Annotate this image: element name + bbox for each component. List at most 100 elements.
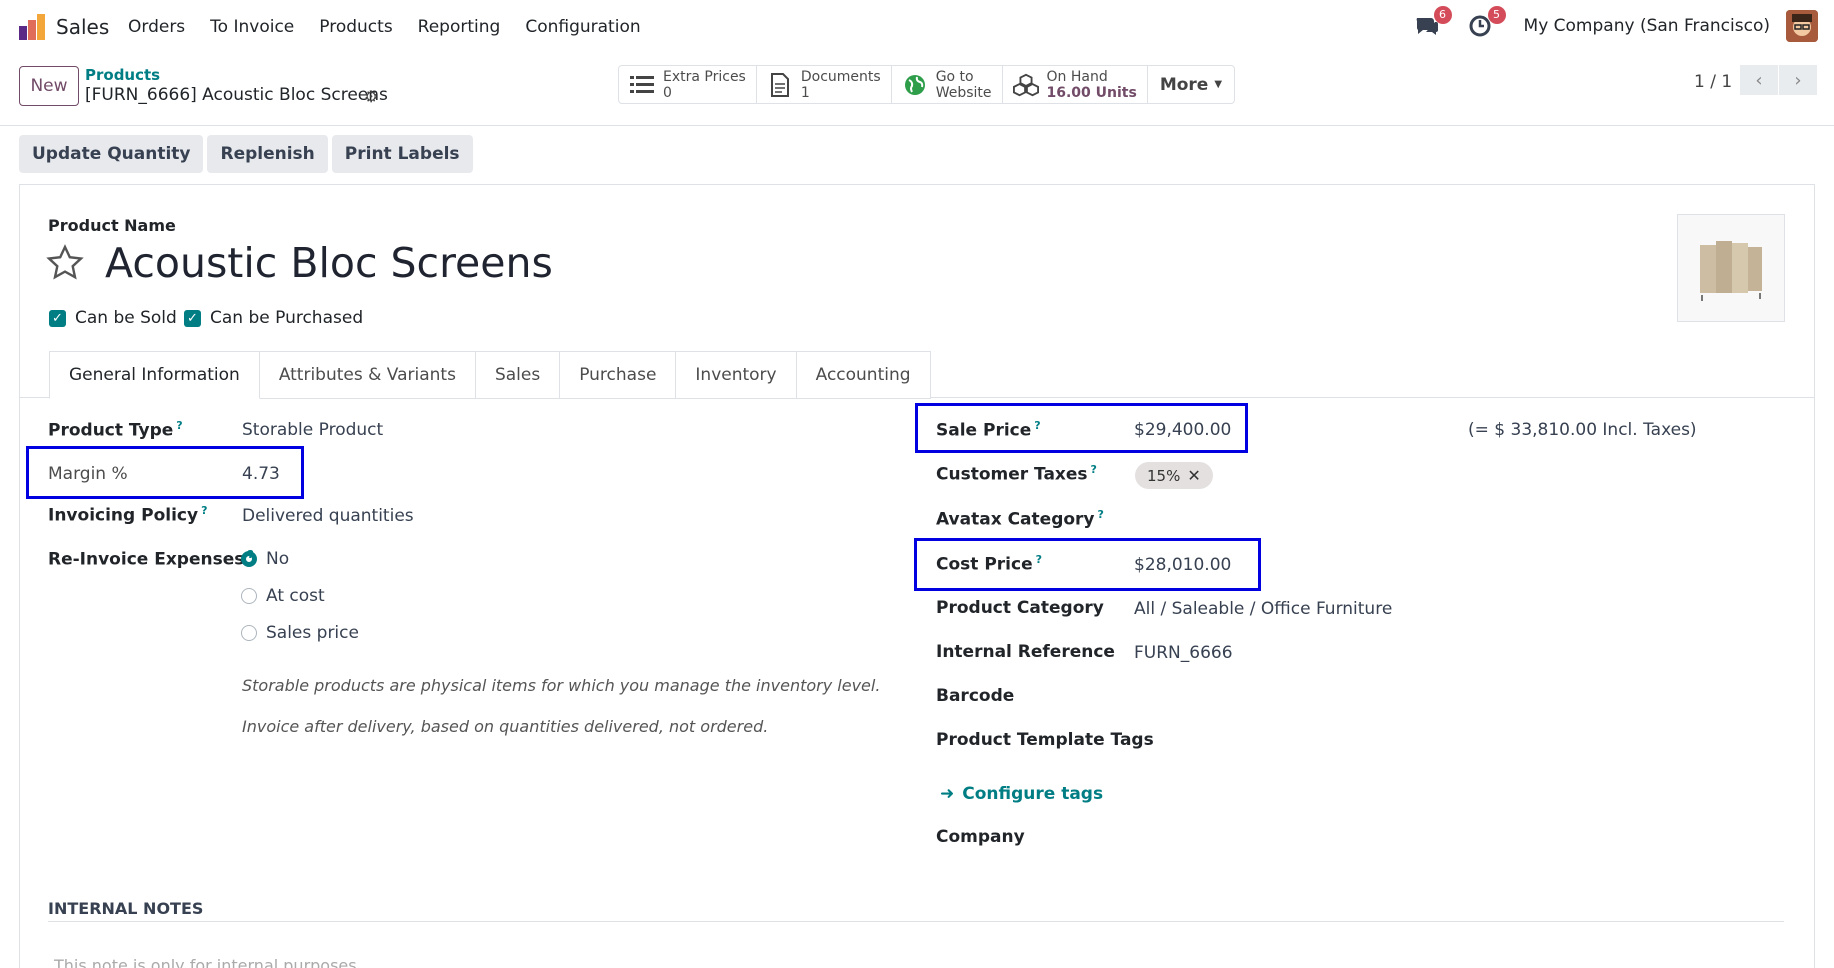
replenish-button[interactable]: Replenish	[207, 135, 328, 173]
user-avatar[interactable]	[1786, 10, 1818, 42]
tax-tag[interactable]: 15% ✕	[1135, 462, 1213, 489]
activities-badge: 5	[1487, 6, 1506, 24]
more-label: More	[1159, 74, 1209, 95]
tab-purchase[interactable]: Purchase	[560, 351, 677, 399]
update-quantity-button[interactable]: Update Quantity	[19, 135, 204, 173]
internal-reference-label: Internal Reference	[936, 642, 1115, 662]
new-button[interactable]: New	[19, 66, 79, 106]
action-buttons: Update Quantity Replenish Print Labels	[19, 135, 473, 173]
margin-field[interactable]: 4.73	[242, 464, 280, 484]
reinvoice-expenses-label: Re-Invoice Expenses?	[48, 548, 254, 570]
documents-value: 1	[800, 84, 810, 101]
on-hand-button[interactable]: On Hand 16.00 Units	[1003, 66, 1148, 103]
activities-icon[interactable]: 5	[1468, 6, 1506, 40]
reinvoice-option-sales-price[interactable]: Sales price	[241, 623, 359, 643]
messages-icon[interactable]: 6	[1414, 6, 1452, 40]
cubes-icon	[1012, 73, 1039, 97]
internal-notes-heading: INTERNAL NOTES	[48, 899, 204, 918]
go-to-label: Go to	[935, 68, 974, 85]
more-dropdown[interactable]: More ▼	[1148, 66, 1234, 103]
product-name-field[interactable]: Acoustic Bloc Screens	[105, 239, 553, 287]
tab-general-information[interactable]: General Information	[49, 351, 260, 399]
reinvoice-option-no[interactable]: No	[241, 549, 289, 569]
breadcrumb-current: [FURN_6666] Acoustic Bloc Screens	[85, 85, 388, 105]
website-label: Website	[935, 84, 992, 101]
menu-reporting[interactable]: Reporting	[418, 17, 501, 37]
help-icon: ?	[1090, 463, 1097, 476]
tab-attributes-variants[interactable]: Attributes & Variants	[259, 351, 476, 399]
barcode-label: Barcode	[936, 686, 1015, 706]
on-hand-label: On Hand	[1046, 68, 1108, 85]
help-icon: ?	[201, 504, 208, 517]
product-type-help: Storable products are physical items for…	[242, 676, 881, 695]
pager-value[interactable]: 1 / 1	[1694, 72, 1732, 92]
sales-app-icon[interactable]	[19, 14, 45, 40]
chevron-right-icon: ›	[1794, 69, 1802, 91]
radio-selected	[241, 551, 257, 567]
checkmark-icon: ✓	[184, 309, 201, 327]
invoicing-policy-label: Invoicing Policy?	[48, 504, 208, 526]
tab-sales[interactable]: Sales	[475, 351, 561, 399]
internal-reference-field[interactable]: FURN_6666	[1134, 643, 1233, 663]
star-icon[interactable]	[46, 244, 84, 282]
print-labels-button[interactable]: Print Labels	[331, 135, 473, 173]
cost-price-label: Cost Price?	[936, 553, 1042, 575]
reinvoice-option-at-cost[interactable]: At cost	[241, 586, 325, 606]
control-panel: New Products [FURN_6666] Acoustic Bloc S…	[0, 56, 1834, 126]
breadcrumb-products[interactable]: Products	[85, 66, 160, 84]
globe-icon	[902, 73, 928, 97]
menu-products[interactable]: Products	[319, 17, 392, 37]
on-hand-value: 16.00 Units	[1046, 84, 1137, 101]
close-icon[interactable]: ✕	[1187, 466, 1200, 485]
app-name[interactable]: Sales	[56, 15, 109, 39]
messages-badge: 6	[1433, 6, 1452, 24]
can-be-sold-label: Can be Sold	[75, 308, 177, 328]
smart-buttons: Extra Prices 0 Documents 1 Go to Website On…	[618, 65, 1236, 104]
product-category-field[interactable]: All / Saleable / Office Furniture	[1134, 599, 1392, 619]
tab-accounting[interactable]: Accounting	[796, 351, 931, 399]
help-icon: ?	[1097, 508, 1104, 521]
product-category-label: Product Category	[936, 598, 1104, 618]
menu-configuration[interactable]: Configuration	[525, 17, 640, 37]
list-icon	[629, 73, 655, 97]
menu-to-invoice[interactable]: To Invoice	[210, 17, 294, 37]
internal-notes-field[interactable]: This note is only for internal purposes.	[54, 956, 362, 968]
pager-next-button[interactable]: ›	[1779, 65, 1817, 95]
checkmark-icon: ✓	[49, 309, 66, 327]
sale-price-label: Sale Price?	[936, 419, 1041, 441]
go-to-website-button[interactable]: Go to Website	[892, 66, 1003, 103]
product-image[interactable]	[1677, 214, 1785, 322]
radio-unselected	[241, 588, 257, 604]
company-switcher[interactable]: My Company (San Francisco)	[1524, 16, 1770, 36]
can-be-purchased-label: Can be Purchased	[210, 308, 364, 328]
margin-label: Margin %	[48, 464, 128, 484]
product-type-field[interactable]: Storable Product	[242, 420, 383, 440]
can-be-purchased-checkbox[interactable]: ✓ Can be Purchased	[184, 308, 363, 328]
chevron-left-icon: ‹	[1755, 69, 1763, 91]
documents-button[interactable]: Documents 1	[757, 66, 892, 103]
caret-down-icon: ▼	[1214, 79, 1223, 90]
extra-prices-value: 0	[663, 84, 672, 101]
menu-orders[interactable]: Orders	[128, 17, 185, 37]
radio-unselected	[241, 625, 257, 641]
cost-price-field[interactable]: $28,010.00	[1134, 555, 1231, 575]
sale-price-field[interactable]: $29,400.00	[1134, 420, 1231, 440]
extra-prices-label: Extra Prices	[663, 68, 746, 85]
incl-taxes-text: (= $ 33,810.00 Incl. Taxes)	[1468, 420, 1697, 440]
pager-previous-button[interactable]: ‹	[1740, 65, 1778, 95]
help-icon: ?	[1035, 553, 1042, 566]
configure-tags-link[interactable]: ➜ Configure tags	[940, 784, 1103, 804]
customer-taxes-label: Customer Taxes?	[936, 463, 1097, 485]
can-be-sold-checkbox[interactable]: ✓ Can be Sold	[49, 308, 177, 328]
tab-inventory[interactable]: Inventory	[676, 351, 797, 399]
gear-icon[interactable]: ⚙	[364, 87, 378, 106]
help-icon: ?	[1034, 419, 1041, 432]
notes-divider	[48, 921, 1784, 922]
main-menu: Orders To Invoice Products Reporting Con…	[128, 17, 666, 37]
help-icon: ?	[176, 419, 183, 432]
notebook-tabs: General Information Attributes & Variant…	[49, 351, 931, 399]
company-label: Company	[936, 827, 1025, 847]
invoicing-policy-help: Invoice after delivery, based on quantit…	[242, 717, 769, 736]
invoicing-policy-field[interactable]: Delivered quantities	[242, 506, 414, 526]
extra-prices-button[interactable]: Extra Prices 0	[619, 66, 757, 103]
